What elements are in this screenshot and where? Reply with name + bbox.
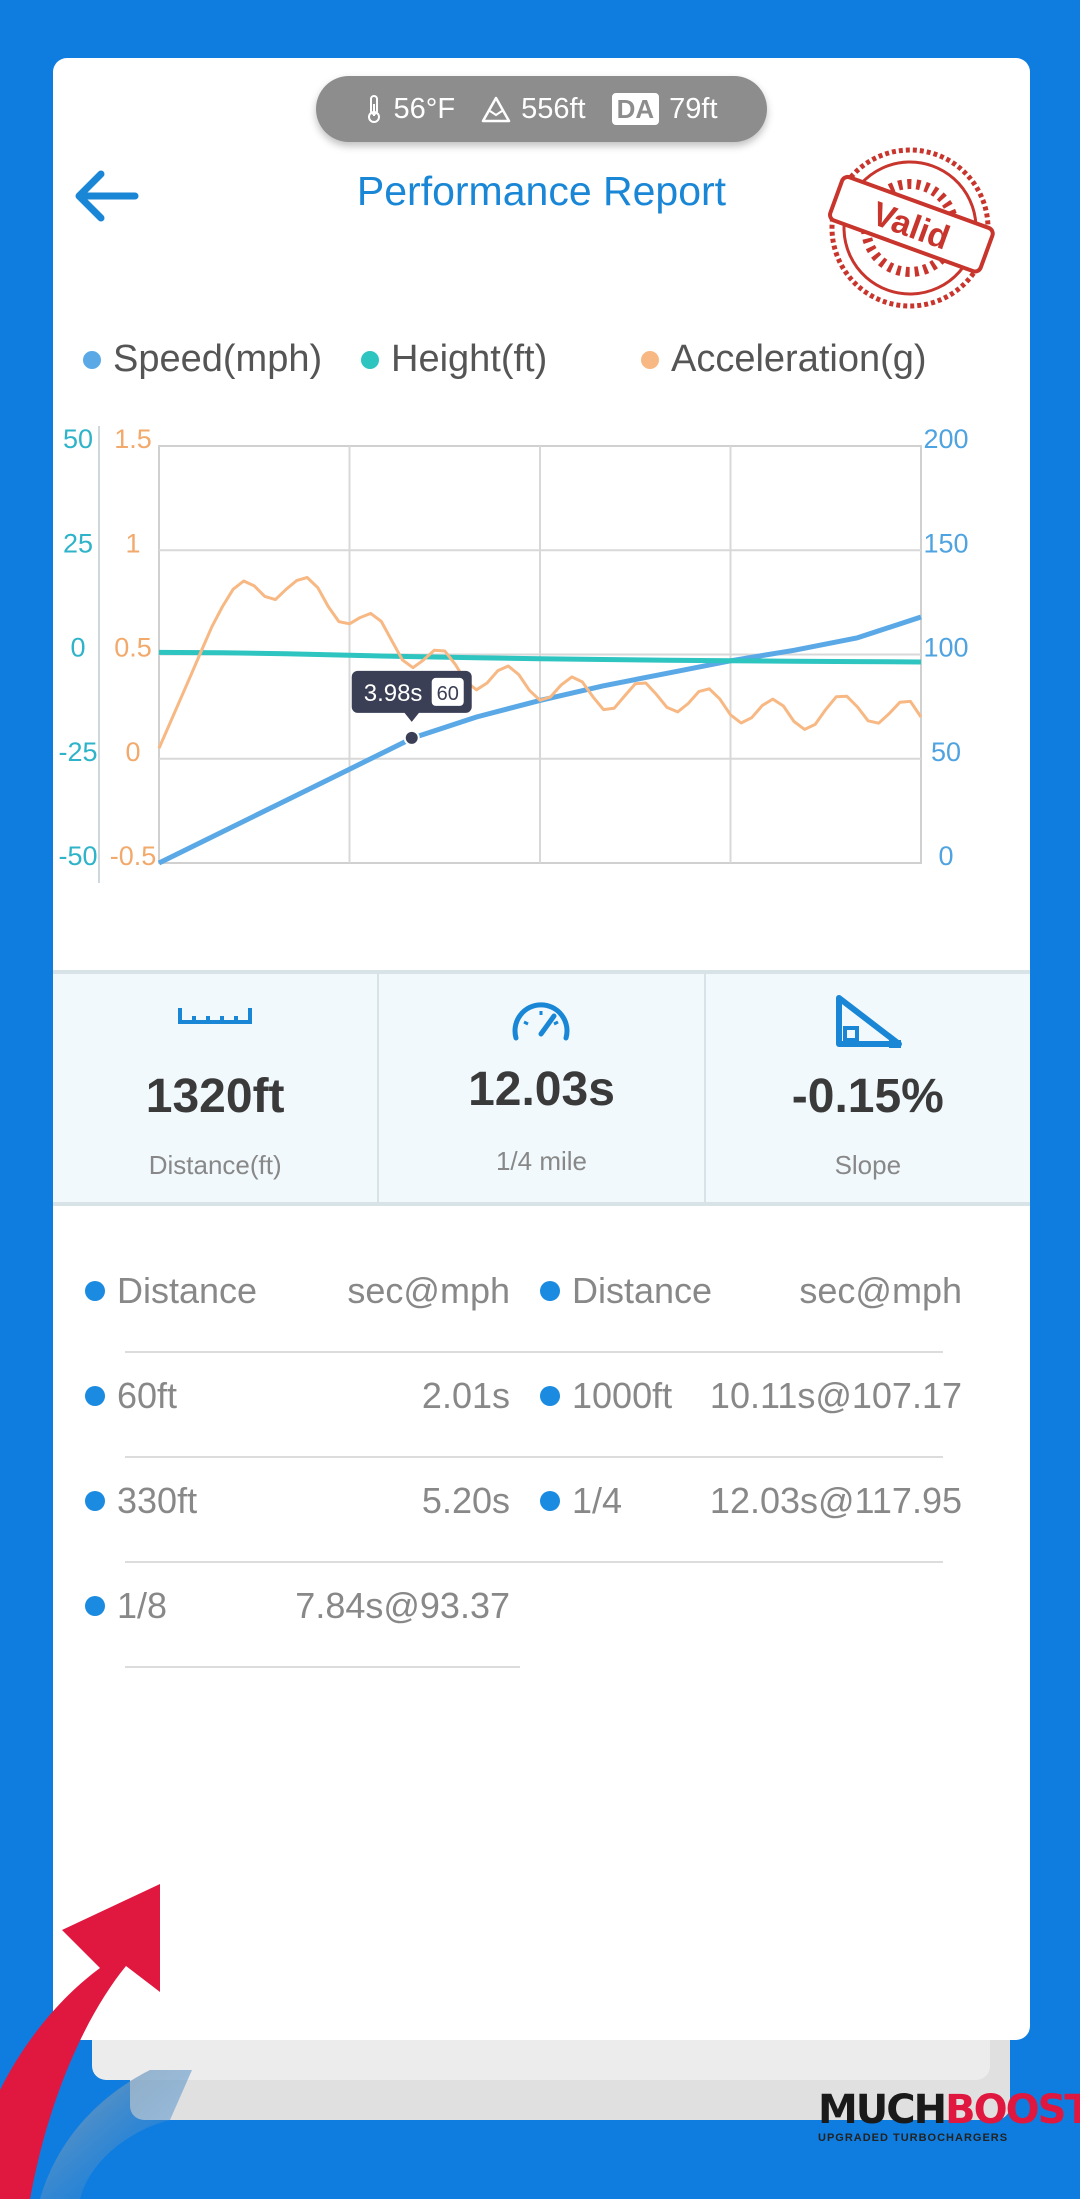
bullet-icon [540, 1385, 560, 1406]
brand-logo: MUCHBOOST UPGRADED TURBOCHARGERS [818, 2087, 1080, 2148]
split-name: 1/8 [117, 1584, 168, 1626]
distance-stat: 1320ft Distance(ft) [53, 974, 380, 1202]
summary-stats: 1320ft Distance(ft) 12.03s 1/4 mile -0.1… [53, 970, 1030, 1206]
split-row-330ft: 330ft 5.20s [85, 1448, 510, 1553]
bullet-icon [85, 1595, 105, 1616]
axis-tick-left-outer: -50 [58, 841, 97, 871]
tooltip-marker [403, 729, 420, 746]
axis-tick-right: 150 [923, 528, 968, 558]
split-row-left-header: Distance sec@mph [85, 1238, 510, 1343]
performance-report-card: 56°F 556ft DA 79ft Performance Report Va… [53, 58, 1030, 2040]
bullet-icon [85, 1490, 105, 1511]
split-value: 7.84s@93.37 [295, 1584, 510, 1626]
performance-chart[interactable]: 50 25 0 -25 -50 1.5 1 0.5 0 -0.5 200 150 100 50 0 3.98s… [53, 58, 1030, 898]
tooltip-pointer [403, 711, 420, 722]
axis-tick-left-inner: 0 [125, 737, 140, 767]
ruler-icon [178, 1008, 253, 1024]
axis-tick-left-outer: -25 [58, 737, 97, 767]
bullet-icon [85, 1280, 105, 1301]
axis-tick-left-inner: 0.5 [114, 633, 152, 663]
split-row-quarter-mile: 1/4 12.03s@117.95 [540, 1448, 962, 1553]
tooltip-value: 60 [437, 683, 459, 705]
axis-tick-left-inner: -0.5 [110, 841, 157, 871]
split-name: 330ft [117, 1479, 198, 1521]
distance-value: 1320ft [145, 1070, 285, 1123]
split-name: 1/4 [572, 1479, 623, 1521]
split-name: Distance [117, 1269, 258, 1311]
axis-tick-right: 50 [931, 737, 961, 767]
axis-tick-right: 100 [923, 633, 968, 663]
axis-tick-left-inner: 1 [125, 528, 140, 558]
bullet-icon [540, 1490, 560, 1511]
split-value: 5.20s [421, 1479, 510, 1521]
bullet-icon [540, 1280, 560, 1301]
slope-value: -0.15% [791, 1070, 944, 1123]
split-name: 1000ft [572, 1374, 673, 1416]
split-value: 10.11s@107.17 [709, 1374, 962, 1416]
split-value: sec@mph [347, 1269, 510, 1311]
brand-name-left: MUCH [818, 2087, 947, 2133]
axis-tick-right: 200 [923, 424, 968, 454]
brand-name-right: BOOST [945, 2087, 1080, 2133]
quarter-mile-value: 12.03s [468, 1063, 615, 1116]
divider [125, 1666, 520, 1668]
slope-label: Slope [834, 1150, 902, 1180]
axis-tick-right: 0 [938, 841, 953, 871]
slope-stat: -0.15% Slope [706, 974, 1030, 1202]
axis-tick-left-inner: 1.5 [114, 424, 152, 454]
slope-icon [835, 995, 902, 1048]
split-name: Distance [572, 1269, 713, 1311]
split-row-right-header: Distance sec@mph [540, 1238, 962, 1343]
split-row-1000ft: 1000ft 10.11s@107.17 [540, 1343, 962, 1448]
share-arrow-icon[interactable] [0, 1870, 200, 2199]
axis-tick-left-outer: 0 [70, 633, 85, 663]
split-name: 60ft [117, 1374, 178, 1416]
distance-label: Distance(ft) [148, 1150, 282, 1180]
split-value: 2.01s [421, 1374, 510, 1416]
axis-tick-left-outer: 25 [63, 528, 93, 558]
axis-tick-left-outer: 50 [63, 424, 93, 454]
brand-tagline: UPGRADED TURBOCHARGERS [818, 2132, 1009, 2144]
tooltip-time: 3.98s [364, 680, 423, 707]
quarter-mile-label: 1/4 mile [495, 1146, 588, 1176]
split-value: sec@mph [799, 1269, 962, 1311]
speedometer-icon [513, 1002, 570, 1041]
quarter-mile-stat: 12.03s 1/4 mile [379, 974, 706, 1202]
bullet-icon [85, 1385, 105, 1406]
split-row-60ft: 60ft 2.01s [85, 1343, 510, 1448]
split-value: 12.03s@117.95 [709, 1479, 962, 1521]
split-row-eighth-mile: 1/8 7.84s@93.37 [85, 1553, 510, 1658]
